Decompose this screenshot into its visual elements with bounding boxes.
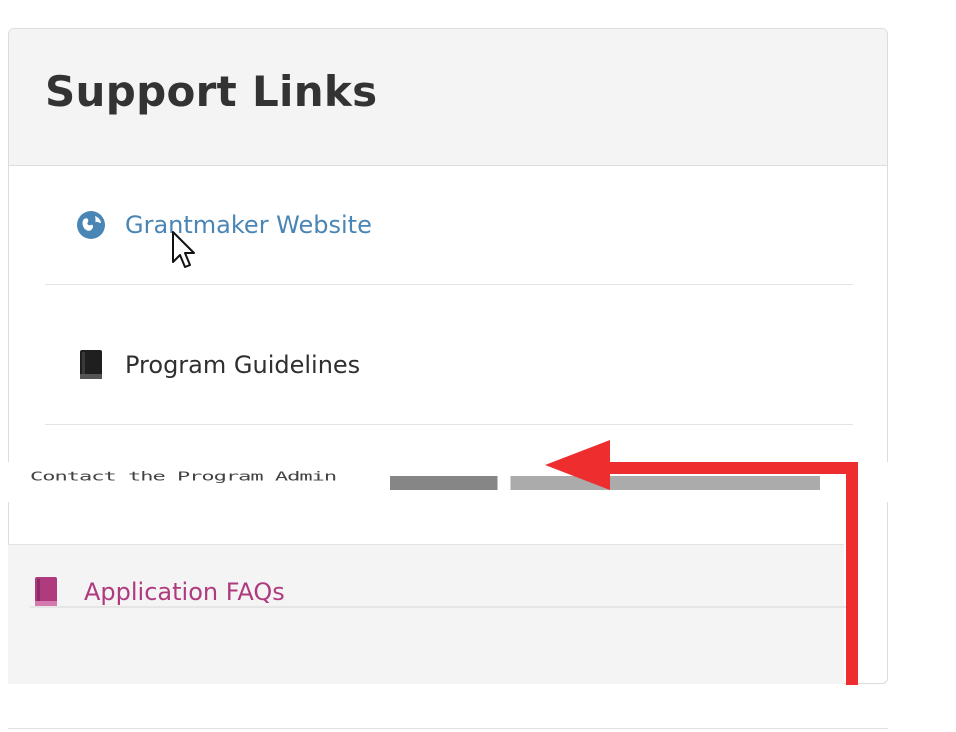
link-program-guidelines[interactable]: Program Guidelines — [45, 305, 853, 425]
link-application-faqs[interactable]: Application FAQs — [30, 576, 285, 608]
panel-header: Support Links — [9, 29, 887, 166]
bottom-divider — [8, 728, 888, 729]
book-icon — [30, 576, 62, 608]
book-icon — [75, 349, 107, 381]
link-grantmaker-website[interactable]: Grantmaker Website — [45, 165, 853, 285]
link-contact-program-admin[interactable]: Contact the Program Admin — [30, 470, 337, 484]
link-label-program-guidelines[interactable]: Program Guidelines — [125, 351, 360, 379]
support-links-screen: Support Links Grantmaker Website Program… — [0, 0, 956, 732]
globe-icon — [75, 209, 107, 241]
link-label-application-faqs[interactable]: Application FAQs — [84, 578, 285, 606]
glitch-bar — [390, 476, 820, 490]
panel-title: Support Links — [45, 67, 378, 116]
mouse-cursor-icon — [172, 231, 195, 268]
link-label-grantmaker-website[interactable]: Grantmaker Website — [125, 211, 372, 239]
faq-band — [8, 544, 844, 684]
